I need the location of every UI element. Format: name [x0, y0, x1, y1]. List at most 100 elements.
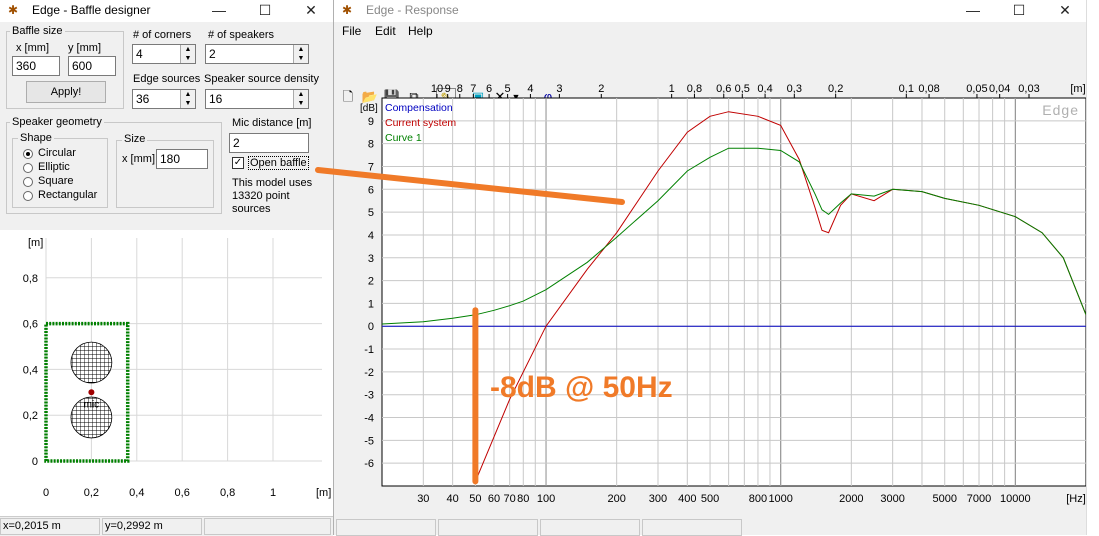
y-tick-label: 0,6: [23, 319, 38, 331]
x-tick-label: 10000: [1000, 493, 1031, 505]
y-tick-label: 4: [368, 230, 374, 242]
spinner-arrows[interactable]: ▲ ▼: [293, 90, 308, 108]
mic-distance-input[interactable]: 2: [229, 133, 309, 153]
x-tick-label: 800: [749, 493, 767, 505]
background-window-edge: [1086, 0, 1099, 535]
x-tick-label: 2000: [839, 493, 863, 505]
baffle-title: Edge - Baffle designer: [32, 3, 151, 17]
top-axis-label: [m]: [1070, 83, 1085, 95]
x-tick-label: 50: [469, 493, 481, 505]
status-cell: [540, 519, 640, 536]
status-cell: [438, 519, 538, 536]
x-tick-label: 60: [488, 493, 500, 505]
response-titlebar[interactable]: ✱ Edge - Response — ☐ ✕: [334, 0, 1086, 22]
app-icon: ✱: [342, 3, 353, 17]
cursor-x-status: x=0,2015 m: [0, 518, 100, 535]
apply-button[interactable]: Apply!: [26, 81, 106, 103]
legend-entry: Current system: [385, 117, 456, 129]
corners-spinner[interactable]: 4 ▲ ▼: [132, 44, 196, 64]
speakers-spinner[interactable]: 2 ▲ ▼: [205, 44, 309, 64]
y-tick-label: -5: [364, 435, 374, 447]
open-baffle-checkbox[interactable]: ✓: [232, 157, 244, 169]
x-tick-label: 0,6: [175, 487, 190, 499]
x-tick-label: 0,8: [220, 487, 235, 499]
x-tick-label: 0,2: [84, 487, 99, 499]
maximize-button[interactable]: ☐: [242, 0, 288, 22]
x-tick-label: 500: [701, 493, 719, 505]
speaker-geometry-legend: Speaker geometry: [10, 116, 104, 128]
baffle-y-input[interactable]: 600: [68, 56, 116, 76]
menu-file[interactable]: File: [342, 24, 361, 38]
top-tick-label: 9: [445, 83, 451, 95]
top-tick-label: 5: [505, 83, 511, 95]
y-tick-label: 7: [368, 161, 374, 173]
radio-square[interactable]: [23, 177, 33, 187]
y-tick-label: 3: [368, 253, 374, 265]
open-baffle-label[interactable]: Open baffle: [248, 156, 309, 170]
top-tick-label: 0,6: [716, 83, 731, 95]
y-tick-label: 6: [368, 184, 374, 196]
radio-elliptic[interactable]: [23, 163, 33, 173]
speaker-size-input[interactable]: 180: [156, 149, 208, 169]
status-cell: [642, 519, 742, 536]
x-axis-label: [Hz]: [1066, 493, 1086, 505]
response-chart[interactable]: 9876543210-1-2-3-4-5-6[dB]30 40 50 60 70 80 10…: [334, 70, 1086, 518]
y-tick-label: 0: [368, 321, 374, 333]
maximize-button[interactable]: ☐: [996, 0, 1042, 22]
x-tick-label: 40: [447, 493, 459, 505]
close-button[interactable]: ✕: [1042, 0, 1088, 22]
top-tick-label: 6: [486, 83, 492, 95]
shape-option-label[interactable]: Rectangular: [38, 189, 97, 201]
x-tick-label: 400: [678, 493, 696, 505]
mic-label: mic: [84, 399, 100, 410]
model-info-line: 13320 point: [232, 190, 290, 202]
shape-option-label[interactable]: Elliptic: [38, 161, 70, 173]
response-window: ✱ Edge - Response — ☐ ✕ File Edit Help 🗋…: [334, 0, 1086, 536]
top-tick-label: 1: [669, 83, 675, 95]
spinner-arrows[interactable]: ▲ ▼: [180, 45, 195, 63]
app-icon: ✱: [8, 3, 19, 17]
edge-sources-value: 36: [136, 92, 150, 106]
menu-help[interactable]: Help: [408, 24, 433, 38]
spinner-arrows[interactable]: ▲ ▼: [180, 90, 195, 108]
close-button[interactable]: ✕: [288, 0, 334, 22]
shape-option-label[interactable]: Circular: [38, 147, 76, 159]
top-tick-label: 2: [598, 83, 604, 95]
x-tick-label: 3000: [880, 493, 904, 505]
baffle-plot[interactable]: 0 0,2 0,4 0,6 0,8 1 0,8 0,6 0,4 0,2 0 [m] [m] mic: [0, 230, 333, 516]
radio-rectangular[interactable]: [23, 191, 33, 201]
y-mm-label: y [mm]: [68, 42, 101, 54]
y-tick-label: 1: [368, 298, 374, 310]
minimize-button[interactable]: —: [950, 0, 996, 22]
corners-value: 4: [136, 47, 143, 61]
y-tick-label: 2: [368, 276, 374, 288]
radio-circular[interactable]: [23, 149, 33, 159]
x-tick-label: 200: [607, 493, 625, 505]
x-mm-label: x [mm]: [16, 42, 49, 54]
menu-edit[interactable]: Edit: [375, 24, 396, 38]
shape-option-label[interactable]: Square: [38, 175, 73, 187]
x-tick-label: 300: [649, 493, 667, 505]
baffle-designer-window: ✱ Edge - Baffle designer — ☐ ✕ Baffle si…: [0, 0, 334, 536]
top-tick-label: 0,4: [757, 83, 772, 95]
top-tick-label: 0,03: [1018, 83, 1039, 95]
y-tick-label: -6: [364, 458, 374, 470]
watermark-text: Edge: [1042, 102, 1079, 118]
y-tick-label: 0,4: [23, 364, 38, 376]
baffle-x-input[interactable]: 360: [12, 56, 60, 76]
top-tick-label: 0,2: [828, 83, 843, 95]
mic-marker: [88, 389, 95, 396]
speaker-upper: [70, 341, 113, 384]
spinner-arrows[interactable]: ▲ ▼: [293, 45, 308, 63]
y-tick-label: 0,8: [23, 273, 38, 285]
minimize-button[interactable]: —: [196, 0, 242, 22]
shape-legend: Shape: [18, 132, 54, 144]
x-axis-label: [m]: [316, 487, 331, 499]
source-density-label: Speaker source density: [204, 73, 319, 85]
baffle-titlebar[interactable]: ✱ Edge - Baffle designer — ☐ ✕: [0, 0, 333, 22]
edge-sources-spinner[interactable]: 36 ▲ ▼: [132, 89, 196, 109]
top-tick-label: 0,8: [687, 83, 702, 95]
source-density-spinner[interactable]: 16 ▲ ▼: [205, 89, 309, 109]
legend-entry: Compensation: [385, 102, 453, 114]
top-tick-label: 0,08: [918, 83, 939, 95]
